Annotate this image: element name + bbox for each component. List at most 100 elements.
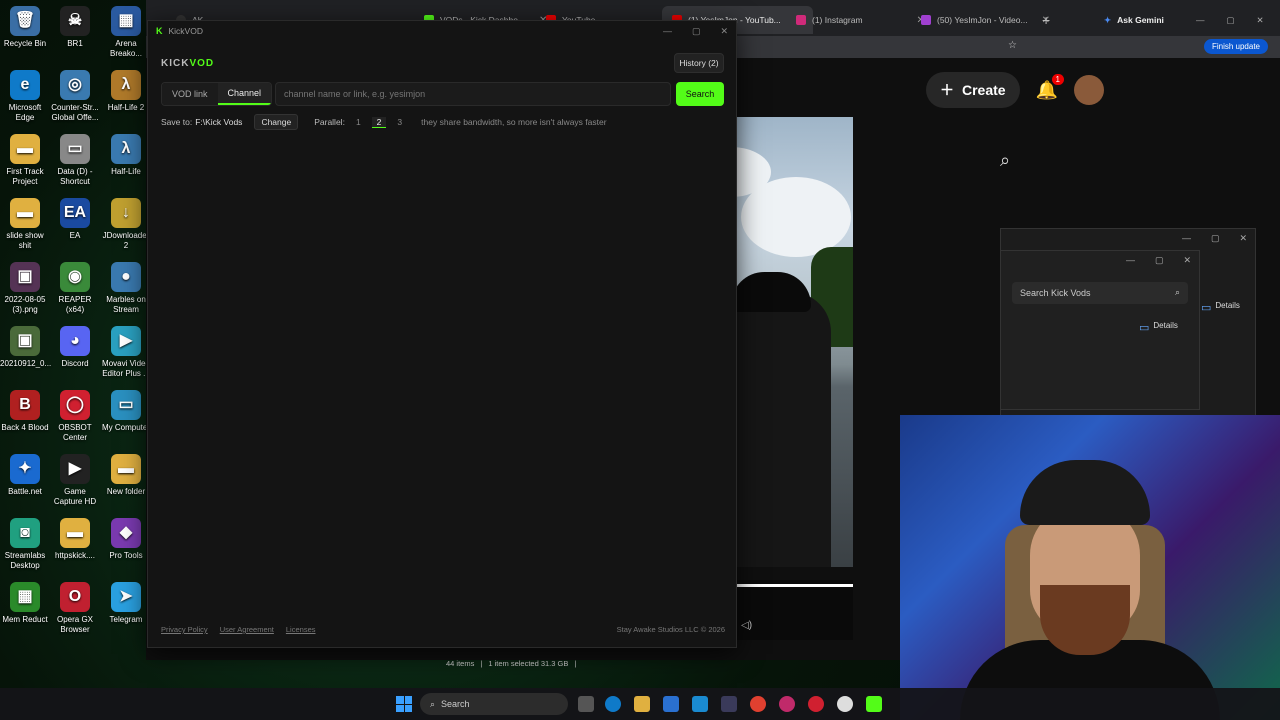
edge-icon[interactable]: [605, 696, 621, 712]
desktop-app-icon: ◙: [10, 518, 40, 548]
details-icon: ▭: [1139, 322, 1150, 334]
store-icon[interactable]: [663, 696, 679, 712]
gemini-icon: ✦: [1104, 14, 1112, 25]
opera-icon[interactable]: [808, 696, 824, 712]
desktop-icon-label: JDownloader 2: [102, 231, 150, 250]
ask-gemini-button[interactable]: ✦ Ask Gemini: [1094, 6, 1174, 34]
start-button-windows-icon[interactable]: [396, 696, 412, 712]
desktop-icon[interactable]: ◙ Streamlabs Desktop: [0, 518, 50, 571]
desktop-icon[interactable]: ☠ BR1: [50, 6, 100, 49]
desktop-icon[interactable]: ◆ Pro Tools: [101, 518, 151, 561]
close-icon[interactable]: ✕: [1239, 233, 1247, 244]
user-agreement-link[interactable]: User Agreement: [220, 625, 274, 634]
desktop-icon[interactable]: λ Half-Life: [101, 134, 151, 177]
desktop-icon[interactable]: e Microsoft Edge: [0, 70, 50, 123]
desktop-app-icon: ▣: [10, 326, 40, 356]
change-path-button[interactable]: Change: [254, 114, 299, 130]
minimize-icon[interactable]: —: [1126, 255, 1135, 266]
create-button[interactable]: ＋ Create: [925, 72, 1020, 108]
volume-icon[interactable]: ◁): [741, 620, 752, 631]
desktop-app-icon: O: [60, 582, 90, 612]
close-icon[interactable]: ✕: [1257, 15, 1264, 26]
app-icon[interactable]: [721, 696, 737, 712]
desktop-icon[interactable]: ▬ httpskick....: [50, 518, 100, 561]
youtube-header: ＋ Create 🔔 1: [853, 70, 1134, 110]
maximize-icon[interactable]: ▢: [1155, 255, 1164, 266]
bookmark-star-icon[interactable]: ☆: [1008, 40, 1017, 51]
tab-vod-link[interactable]: VOD link: [162, 83, 218, 105]
mail-icon[interactable]: [692, 696, 708, 712]
desktop-app-icon: e: [10, 70, 40, 100]
youtube-search-icon[interactable]: ⌕: [1000, 150, 1010, 171]
desktop-icon[interactable]: ▭ My Computer: [101, 390, 151, 433]
desktop-icon-label: Recycle Bin: [3, 39, 47, 48]
minimize-icon[interactable]: —: [1196, 15, 1205, 25]
details-pane-toggle[interactable]: ▭ Details: [1139, 321, 1178, 334]
desktop-icon-label: My Computer: [101, 423, 150, 432]
map-pin-icon[interactable]: [779, 696, 795, 712]
desktop-icon[interactable]: ▬ slide show shit: [0, 198, 50, 251]
finish-update-button[interactable]: Finish update: [1203, 39, 1268, 54]
desktop-icon[interactable]: 🗑 Recycle Bin: [0, 6, 50, 49]
desktop-icon[interactable]: ▬ New folder: [101, 454, 151, 497]
search-icon: ⌕: [1174, 287, 1180, 297]
desktop-app-icon: ▬: [111, 454, 141, 484]
details-pane-toggle-back[interactable]: ▭ Details: [1201, 301, 1240, 314]
history-button[interactable]: History (2): [674, 53, 724, 73]
desktop-icon[interactable]: ● Marbles on Stream: [101, 262, 151, 315]
search-button[interactable]: Search: [676, 82, 724, 106]
maximize-icon[interactable]: ▢: [692, 26, 701, 37]
desktop-icon[interactable]: ▶ Movavi Video Editor Plus ...: [101, 326, 151, 379]
desktop-icon[interactable]: ◎ Counter-Str... Global Offe...: [50, 70, 100, 123]
maximize-icon[interactable]: ▢: [1227, 15, 1235, 26]
maximize-icon[interactable]: ▢: [1211, 233, 1220, 244]
desktop-icon[interactable]: ▬ First Track Project: [0, 134, 50, 187]
desktop-app-icon: ▦: [10, 582, 40, 612]
desktop-icon[interactable]: ◉ REAPER (x64): [50, 262, 100, 315]
notifications-bell-icon[interactable]: 🔔 1: [1036, 73, 1064, 101]
kickvod-taskbar-icon[interactable]: [866, 696, 882, 712]
minimize-icon[interactable]: —: [1182, 233, 1191, 244]
privacy-policy-link[interactable]: Privacy Policy: [161, 625, 208, 634]
minimize-icon[interactable]: —: [663, 26, 672, 37]
avatar[interactable]: [1074, 75, 1104, 105]
desktop-icon[interactable]: ▦ Arena Breako...: [101, 6, 151, 59]
kickvod-window-controls: — ▢ ✕: [663, 26, 728, 37]
desktop-icon-label: Microsoft Edge: [8, 103, 42, 122]
desktop-icon[interactable]: ↓ JDownloader 2: [101, 198, 151, 251]
desktop-app-icon: ◆: [111, 518, 141, 548]
desktop-app-icon: ▦: [111, 6, 141, 36]
new-tab-button[interactable]: +: [1036, 6, 1056, 34]
desktop-icon[interactable]: ▦ Mem Reduct: [0, 582, 50, 625]
task-view-icon[interactable]: [578, 696, 594, 712]
parallel-option-2[interactable]: 2: [371, 116, 387, 128]
desktop-icon[interactable]: ▶ Game Capture HD: [50, 454, 100, 507]
parallel-option-3[interactable]: 3: [392, 117, 407, 127]
channel-input[interactable]: [275, 82, 671, 106]
desktop-icon[interactable]: B Back 4 Blood: [0, 390, 50, 433]
desktop-app-icon: ●: [111, 262, 141, 292]
desktop-app-icon: ▶: [60, 454, 90, 484]
close-icon[interactable]: ✕: [1183, 255, 1191, 266]
desktop-icon[interactable]: ▣ 20210912_0...: [0, 326, 51, 369]
desktop-icon[interactable]: ◯ OBSBOT Center: [50, 390, 100, 443]
file-explorer-icon[interactable]: [634, 696, 650, 712]
desktop-icon[interactable]: ➤ Telegram: [101, 582, 151, 625]
desktop-icon[interactable]: O Opera GX Browser: [50, 582, 100, 635]
desktop-app-icon: ▣: [10, 262, 40, 292]
desktop-icon[interactable]: ◕ Discord: [50, 326, 100, 369]
taskbar-search[interactable]: ⌕ Search: [420, 693, 568, 715]
explorer-search-input[interactable]: Search Kick Vods ⌕: [1012, 282, 1188, 304]
parallel-option-1[interactable]: 1: [351, 117, 366, 127]
tab-channel[interactable]: Channel: [217, 83, 272, 105]
desktop-icon[interactable]: EA EA: [50, 198, 100, 241]
desktop-icon[interactable]: ✦ Battle.net: [0, 454, 50, 497]
desktop-app-icon: ↓: [111, 198, 141, 228]
desktop-icon[interactable]: ▣ 2022-08-05 (3).png: [0, 262, 50, 315]
desktop-icon[interactable]: λ Half-Life 2: [101, 70, 151, 113]
chrome-icon[interactable]: [750, 696, 766, 712]
media-player-icon[interactable]: [837, 696, 853, 712]
close-icon[interactable]: ✕: [720, 26, 728, 37]
licenses-link[interactable]: Licenses: [286, 625, 316, 634]
desktop-icon[interactable]: ▭ Data (D) - Shortcut: [50, 134, 100, 187]
